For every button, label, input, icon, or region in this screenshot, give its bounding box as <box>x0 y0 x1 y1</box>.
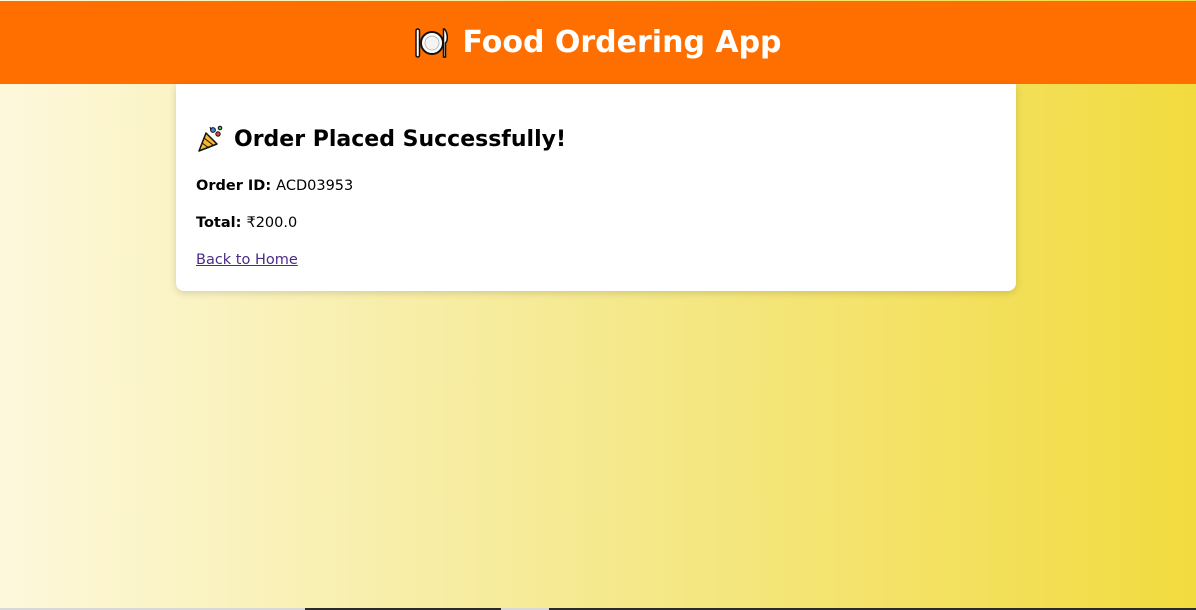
order-total-label: Total: <box>196 215 247 231</box>
order-total-value: ₹200.0 <box>246 215 298 231</box>
party-popper-icon <box>196 124 226 154</box>
order-total-row: Total: ₹200.0 <box>196 215 297 231</box>
confirmation-title: Order Placed Successfully! <box>234 126 566 152</box>
order-confirmation-card: Order Placed Successfully! Order ID: ACD… <box>176 84 1016 291</box>
order-id-row: Order ID: ACD03953 <box>196 178 353 194</box>
order-id-value: ACD03953 <box>276 178 354 194</box>
back-to-home-link[interactable]: Back to Home <box>196 252 298 268</box>
app-title: Food Ordering App <box>462 25 782 60</box>
header-brand: Food Ordering App <box>414 25 782 61</box>
order-id-label: Order ID: <box>196 178 277 194</box>
app-header: Food Ordering App <box>0 1 1196 84</box>
plate-with-cutlery-icon <box>414 25 450 61</box>
confirmation-heading: Order Placed Successfully! <box>196 124 566 154</box>
